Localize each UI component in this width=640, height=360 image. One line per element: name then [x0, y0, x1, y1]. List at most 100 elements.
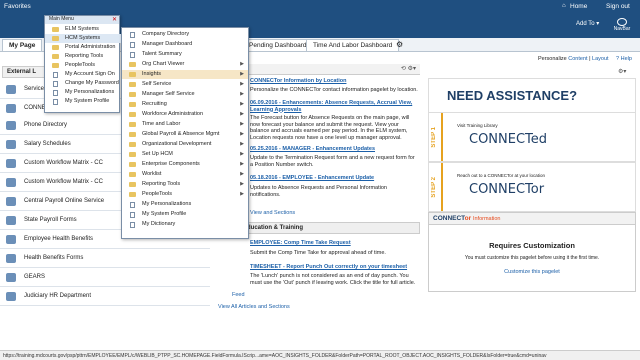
- left-link-label: Service: [24, 86, 45, 92]
- step1-banner[interactable]: STEP 1 Visit Training Library CONNECTed: [428, 112, 636, 162]
- browser-status-bar: https://training.mdcourts.gov/psp/pttrn/…: [0, 350, 640, 360]
- tab-pending-dashboard[interactable]: Pending Dashboard: [242, 39, 314, 51]
- view-news-sections-link[interactable]: View and Sections: [250, 210, 418, 217]
- health-icon: [6, 235, 16, 244]
- tab-time-labor-dashboard[interactable]: Time And Labor Dashboard: [306, 39, 400, 51]
- left-link-gears[interactable]: GEARS: [0, 268, 210, 287]
- chevron-right-icon: ▶: [240, 91, 244, 97]
- edu-text-timesheet: The 'Lunch' punch is not considered as a…: [250, 273, 416, 286]
- folder-icon: [52, 27, 59, 32]
- news-title-connector-info[interactable]: CONNECTor Information by Location: [250, 78, 346, 84]
- menu-item-label: My Account Sign On: [65, 71, 115, 77]
- pagelet-options-icon[interactable]: ⚙▾: [618, 68, 626, 75]
- submenu-item-global-payroll[interactable]: Global Payroll & Absence Mgmt ▶: [122, 130, 248, 139]
- submenu-item-manager-dashboard[interactable]: Manager Dashboard: [122, 40, 248, 49]
- navbar-button[interactable]: NavBar: [610, 18, 634, 32]
- menu-item-peopletools[interactable]: PeopleTools: [45, 61, 121, 70]
- menu-item-label: ELM Systems: [65, 26, 99, 32]
- add-to-menu[interactable]: Add To ▾: [576, 20, 599, 27]
- compass-icon: [617, 18, 627, 26]
- menu-item-label: Insights: [142, 71, 161, 77]
- menu-item-label: Company Directory: [142, 31, 190, 37]
- submenu-item-worklist[interactable]: Worklist ▶: [122, 170, 248, 179]
- submenu-item-company-directory[interactable]: Company Directory: [122, 30, 248, 39]
- submenu-item-talent-summary[interactable]: Talent Summary: [122, 50, 248, 59]
- folder-icon: [129, 102, 136, 107]
- folder-icon: [129, 92, 136, 97]
- chevron-right-icon: ▶: [240, 161, 244, 167]
- menu-item-my-system-profile[interactable]: My System Profile: [45, 97, 121, 106]
- menu-item-change-password[interactable]: Change My Password: [45, 79, 121, 88]
- submenu-item-my-personalizations[interactable]: My Personalizations: [122, 200, 248, 209]
- main-menu-title[interactable]: Main Menu: [49, 16, 74, 22]
- edu-title-timesheet[interactable]: TIMESHEET - Report Punch Out correctly o…: [250, 264, 407, 270]
- news-title-3[interactable]: 05.18.2016 - EMPLOYEE - Enhancement Upda…: [250, 175, 374, 181]
- menu-item-label: My System Profile: [142, 211, 187, 217]
- submenu-item-self-service[interactable]: Self Service ▶: [122, 80, 248, 89]
- left-link-health-benefits-forms[interactable]: Health Benefits Forms: [0, 249, 210, 268]
- menu-item-hcm-systems[interactable]: HCM Systems: [45, 34, 121, 43]
- news-title-2[interactable]: 05.25.2016 - MANAGER - Enhancement Updat…: [250, 146, 375, 152]
- folder-icon: [129, 112, 136, 117]
- menu-item-label: Set Up HCM: [142, 151, 173, 157]
- menu-item-my-personalizations[interactable]: My Personalizations: [45, 88, 121, 97]
- document-icon: [130, 41, 135, 48]
- home-link[interactable]: Home: [570, 3, 587, 10]
- menu-item-reporting-tools[interactable]: Reporting Tools: [45, 52, 121, 61]
- edu-title-comp-time[interactable]: EMPLOYEE: Comp Time Take Request: [250, 240, 351, 246]
- menu-item-label: Worklist: [142, 171, 162, 177]
- hcm-systems-submenu: Company Directory Manager Dashboard Tale…: [121, 27, 249, 239]
- submenu-item-my-system-profile[interactable]: My System Profile: [122, 210, 248, 219]
- step2-banner[interactable]: STEP 2 Reach out to a CONNECTor at your …: [428, 162, 636, 212]
- submenu-item-peopletools[interactable]: PeopleTools ▶: [122, 190, 248, 199]
- feed-link[interactable]: Feed: [232, 292, 245, 298]
- step1-caption: Visit Training Library: [457, 123, 498, 128]
- favorites-menu[interactable]: Favorites: [4, 3, 31, 10]
- menu-item-portal-administration[interactable]: Portal Administration: [45, 43, 121, 52]
- folder-icon: [129, 162, 136, 167]
- submenu-item-time-and-labor[interactable]: Time and Labor ▶: [122, 120, 248, 129]
- submenu-item-workforce-administration[interactable]: Workforce Administration ▶: [122, 110, 248, 119]
- chevron-right-icon: ▶: [240, 71, 244, 77]
- main-menu-dropdown: Main Menu ✕ ELM Systems HCM Systems Porta…: [44, 15, 121, 113]
- view-all-articles-link[interactable]: View All Articles and Sections: [218, 304, 290, 310]
- left-link-judiciary-hr[interactable]: Judiciary HR Department: [0, 287, 210, 306]
- document-icon: [130, 221, 135, 228]
- submenu-item-set-up-hcm[interactable]: Set Up HCM ▶: [122, 150, 248, 159]
- menu-item-elm-systems[interactable]: ELM Systems: [45, 25, 121, 34]
- menu-item-label: HCM Systems: [65, 35, 101, 41]
- gear-icon[interactable]: ⚙: [396, 40, 403, 49]
- menu-item-label: Reporting Tools: [142, 181, 181, 187]
- submenu-item-recruiting[interactable]: Recruiting ▶: [122, 100, 248, 109]
- edu-text-comp-time: Submit the Comp Time Take for approval a…: [250, 250, 386, 256]
- folder-icon: [52, 45, 59, 50]
- menu-item-label: Global Payroll & Absence Mgmt: [142, 131, 220, 137]
- header-or: or: [464, 215, 472, 222]
- submenu-item-org-chart-viewer[interactable]: Org Chart Viewer ▶: [122, 60, 248, 69]
- link-icon: [6, 104, 16, 113]
- need-assistance-text: NEED ASSISTANCE?: [447, 88, 578, 103]
- pagelet-options-icon[interactable]: ⟲ ⚙▾: [401, 65, 416, 72]
- document-icon: [53, 71, 58, 78]
- personalize-layout-link[interactable]: Layout: [592, 56, 609, 62]
- tab-my-page[interactable]: My Page: [2, 39, 43, 51]
- sign-out-link[interactable]: Sign out: [606, 3, 630, 10]
- personalize-separator: |: [589, 56, 591, 62]
- submenu-item-reporting-tools[interactable]: Reporting Tools ▶: [122, 180, 248, 189]
- menu-item-my-account-sign-on[interactable]: My Account Sign On: [45, 70, 121, 79]
- submenu-item-enterprise-components[interactable]: Enterprise Components ▶: [122, 160, 248, 169]
- submenu-item-insights[interactable]: Insights ▶: [122, 70, 248, 79]
- customize-pagelet-link[interactable]: Customize this pagelet: [429, 269, 635, 275]
- connector-info-pagelet: CONNECTor Information Requires Customiza…: [428, 212, 636, 292]
- menu-item-label: Enterprise Components: [142, 161, 200, 167]
- personalize-content-link[interactable]: Content: [568, 56, 587, 62]
- news-title-1[interactable]: 06.09.2016 - Enhancements: Absence Reque…: [250, 100, 412, 113]
- help-link[interactable]: ? Help: [616, 56, 632, 62]
- submenu-item-my-dictionary[interactable]: My Dictionary: [122, 220, 248, 229]
- left-link-label: Central Payroll Online Service: [24, 198, 105, 204]
- chevron-right-icon: ▶: [240, 151, 244, 157]
- submenu-item-organizational-development[interactable]: Organizational Development ▶: [122, 140, 248, 149]
- close-icon[interactable]: ✕: [112, 16, 117, 23]
- left-link-label: Custom Workflow Matrix - CC: [24, 160, 103, 166]
- submenu-item-manager-self-service[interactable]: Manager Self Service ▶: [122, 90, 248, 99]
